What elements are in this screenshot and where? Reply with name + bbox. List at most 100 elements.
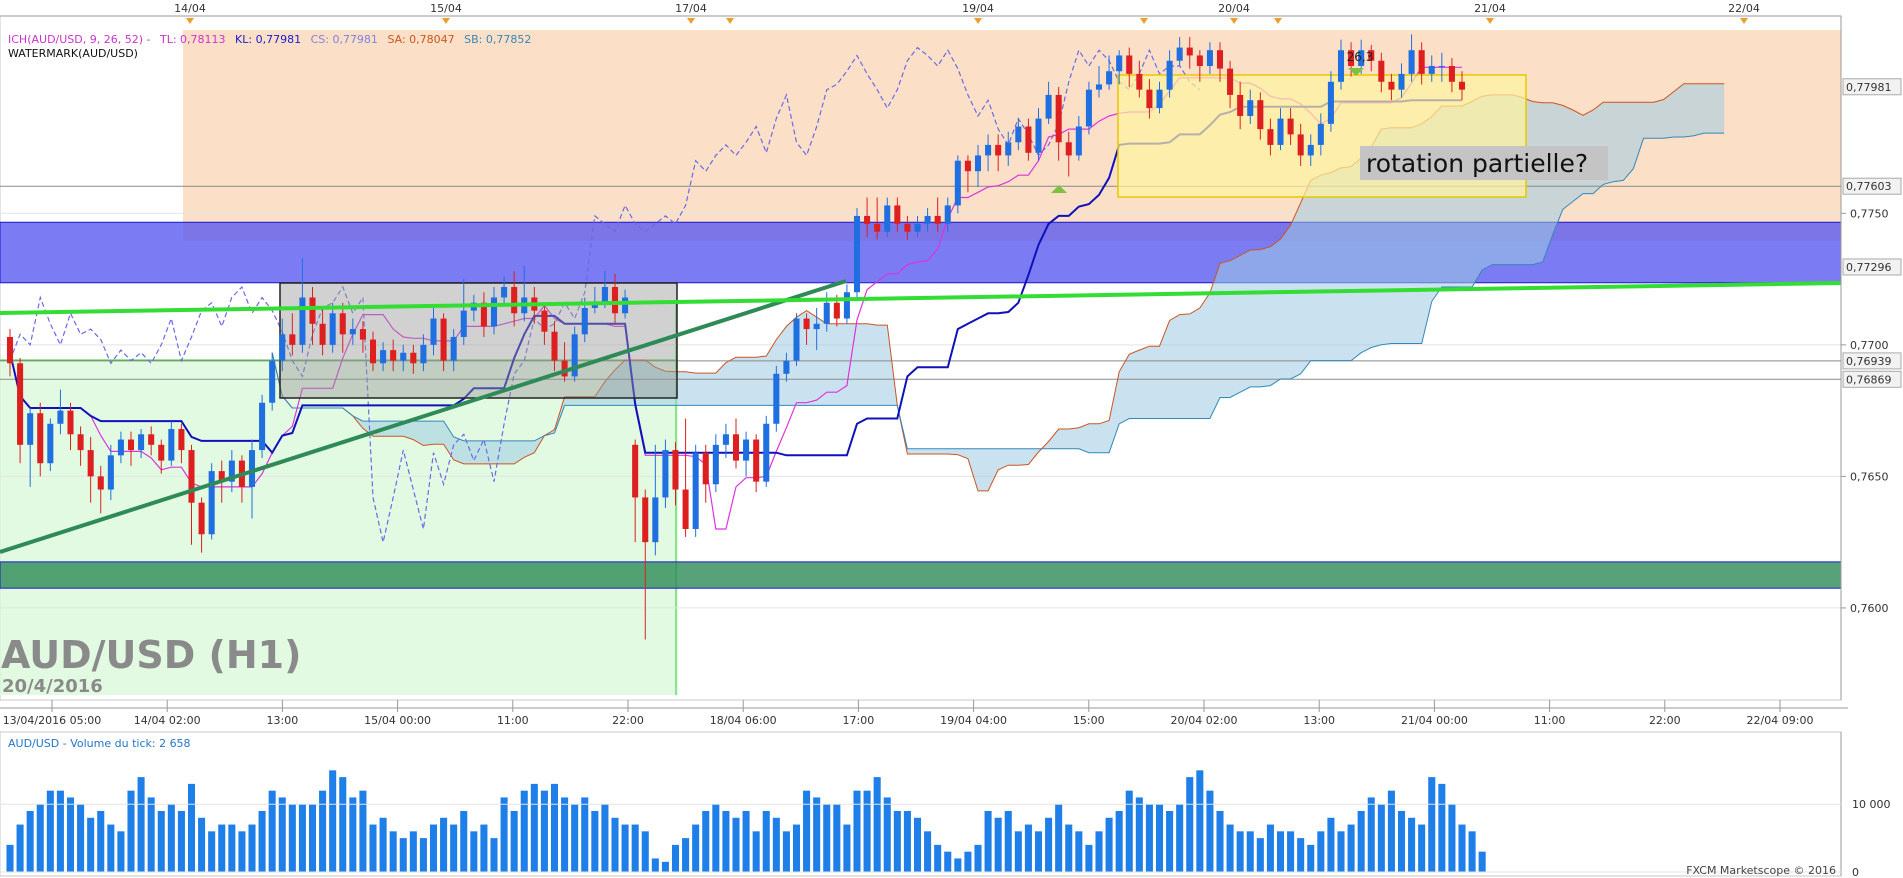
volume-bar: [1115, 811, 1123, 872]
volume-bar: [1246, 831, 1254, 872]
time-tick-14: 22:00: [1649, 714, 1681, 727]
price-label-1: 0,77603: [1846, 180, 1892, 193]
volume-bar: [1145, 804, 1153, 872]
volume-bar: [319, 790, 327, 872]
volume-bar: [903, 811, 911, 872]
volume-bar: [1085, 844, 1093, 872]
candle: [1176, 47, 1183, 61]
time-tick-7: 17:00: [843, 714, 875, 727]
volume-bar: [1276, 831, 1285, 872]
legend-ich: ICH(AUD/USD, 9, 26, 52) -: [8, 33, 151, 46]
candle: [369, 339, 377, 364]
candle: [17, 363, 24, 445]
time-tick-13: 11:00: [1534, 714, 1566, 727]
y-tick-0: 0,7750: [1850, 207, 1889, 220]
time-tick-12: 21/04 00:00: [1401, 714, 1468, 727]
volume-bar: [1347, 824, 1355, 872]
candle: [551, 331, 558, 361]
volume-bar: [228, 824, 236, 872]
volume-bar: [1256, 838, 1264, 872]
volume-bar: [117, 831, 125, 872]
candle: [1095, 84, 1103, 90]
candle: [793, 318, 800, 361]
top-date-0: 14/04: [174, 2, 206, 15]
volume-legend: AUD/USD - Volume du tick: 2 658: [8, 737, 191, 750]
candle: [1025, 126, 1032, 153]
instrument-title: AUD/USD (H1): [1, 633, 302, 677]
volume-bar: [268, 790, 276, 872]
candle: [541, 310, 548, 332]
volume-bar: [1367, 797, 1375, 872]
candle: [874, 223, 881, 232]
volume-bar: [913, 817, 922, 872]
candle: [692, 452, 699, 529]
candle: [1237, 94, 1244, 116]
volume-panel: AUD/USD - Volume du tick: 2 658 10 0000 …: [0, 731, 1891, 878]
volume-bar: [772, 817, 780, 872]
candle: [1408, 50, 1415, 74]
y-tick-3: 0,7600: [1850, 602, 1889, 615]
volume-bar: [671, 844, 680, 872]
candle: [309, 297, 316, 324]
volume-bar: [389, 831, 397, 872]
volume-bar: [187, 783, 196, 872]
candle: [1317, 123, 1324, 145]
candle: [662, 450, 669, 498]
volume-bar: [97, 811, 105, 872]
volume-bar: [177, 811, 185, 872]
volume-bar: [1216, 811, 1224, 872]
price-label-0: 0,77981: [1846, 81, 1892, 94]
candle: [97, 476, 104, 490]
indicator-legend: ICH(AUD/USD, 9, 26, 52) - TL: 0,78113 KL…: [8, 33, 531, 46]
candle: [995, 144, 1002, 156]
candle: [864, 215, 871, 224]
volume-bar: [581, 797, 589, 872]
candle: [1055, 94, 1062, 143]
candle: [188, 450, 195, 503]
volume-bar: [1055, 804, 1063, 872]
candle: [1277, 118, 1284, 145]
candle: [964, 160, 971, 172]
candle: [460, 310, 467, 337]
candle: [57, 410, 64, 424]
candle: [1146, 89, 1153, 109]
chart-root: 26,3 rotation partielle? AUD/USD (H1) 20…: [0, 0, 1903, 878]
volume-bar: [36, 804, 44, 872]
volume-bar: [137, 777, 145, 872]
candle: [1378, 60, 1385, 82]
volume-bar: [419, 838, 427, 872]
top-date-6: 22/04: [1728, 2, 1760, 15]
candle: [259, 402, 266, 451]
legend-sa: SA: 0,78047: [387, 33, 454, 46]
volume-bar: [984, 811, 992, 872]
volume-bar: [470, 831, 478, 872]
volume-bar: [369, 824, 377, 872]
volume-bar: [1075, 831, 1083, 872]
volume-bar: [1024, 824, 1032, 872]
volume-bar: [1186, 777, 1194, 872]
candle: [813, 323, 820, 330]
time-tick-1: 14/04 02:00: [134, 714, 201, 727]
time-tick-4: 11:00: [497, 714, 529, 727]
candle: [944, 205, 951, 224]
peak-label: 26,3: [1347, 50, 1374, 64]
time-tick-10: 20/04 02:00: [1171, 714, 1238, 727]
candle: [1297, 134, 1304, 156]
volume-bar: [379, 817, 387, 872]
candle: [158, 444, 165, 461]
volume-bar: [1287, 831, 1295, 872]
candle: [1106, 71, 1113, 85]
volume-bar: [1478, 851, 1486, 872]
candle: [501, 286, 508, 298]
legend-cs: CS: 0,77981: [311, 33, 378, 46]
volume-bar: [601, 804, 609, 872]
time-tick-8: 19/04 04:00: [940, 714, 1007, 727]
volume-bar: [550, 783, 559, 872]
candle: [1156, 89, 1163, 109]
volume-bar: [127, 790, 135, 872]
candle: [450, 336, 457, 361]
y-tick-1: 0,7700: [1850, 339, 1889, 352]
volume-bar: [77, 804, 85, 872]
candle: [299, 297, 306, 345]
candle: [732, 434, 740, 461]
